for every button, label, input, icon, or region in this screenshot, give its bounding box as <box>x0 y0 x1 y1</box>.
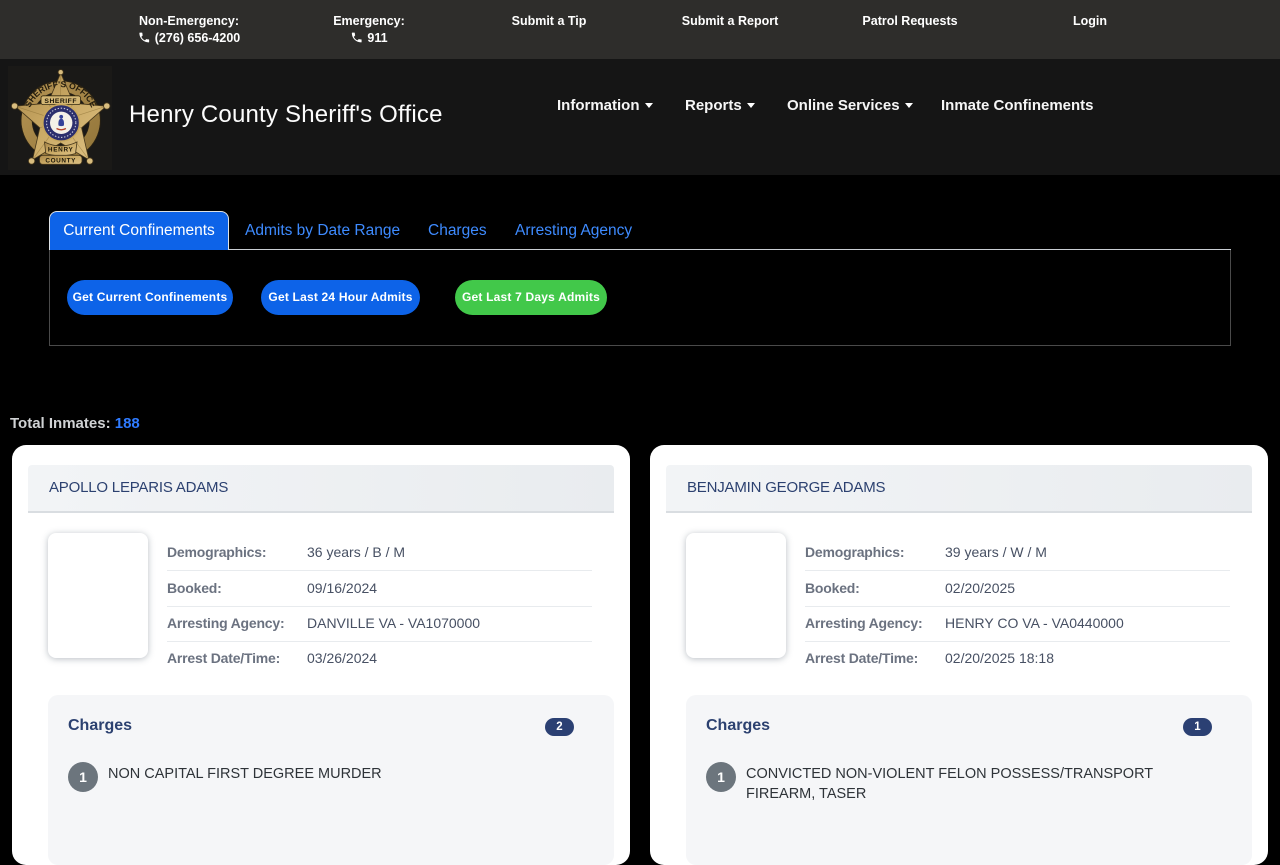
svg-text:HENRY: HENRY <box>48 147 74 154</box>
svg-text:COUNTY: COUNTY <box>45 157 76 164</box>
svg-text:SHERIFF: SHERIFF <box>44 98 77 105</box>
